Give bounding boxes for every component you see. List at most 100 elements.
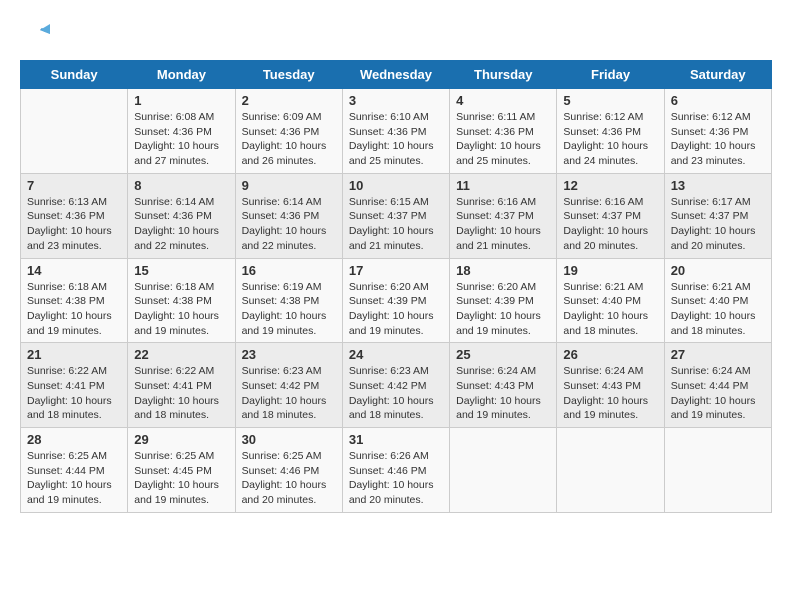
day-header-sunday: Sunday (21, 61, 128, 89)
calendar-cell: 5 Sunrise: 6:12 AMSunset: 4:36 PMDaylight… (557, 89, 664, 174)
page-header (20, 20, 772, 50)
day-header-saturday: Saturday (664, 61, 771, 89)
day-number: 7 (27, 178, 121, 193)
calendar-cell: 13Sunrise: 6:17 AMSunset: 4:37 PMDayligh… (664, 173, 771, 258)
day-number: 15 (134, 263, 228, 278)
calendar-week-row: 1 Sunrise: 6:08 AMSunset: 4:36 PMDaylight… (21, 89, 772, 174)
day-info: Sunrise: 6:21 AMSunset: 4:40 PMDaylight:… (563, 280, 657, 339)
day-info: Sunrise: 6:21 AMSunset: 4:40 PMDaylight:… (671, 280, 765, 339)
day-number: 29 (134, 432, 228, 447)
day-info: Sunrise: 6:20 AMSunset: 4:39 PMDaylight:… (349, 280, 443, 339)
calendar-cell: 29 Sunrise: 6:25 AMSunset: 4:45 PMDayligh… (128, 428, 235, 513)
day-number: 22 (134, 347, 228, 362)
calendar-cell: 31 Sunrise: 6:26 AMSunset: 4:46 PMDayligh… (342, 428, 449, 513)
day-info: Sunrise: 6:13 AMSunset: 4:36 PMDaylight:… (27, 195, 121, 254)
day-number: 13 (671, 178, 765, 193)
day-number: 4 (456, 93, 550, 108)
calendar-cell: 30 Sunrise: 6:25 AMSunset: 4:46 PMDayligh… (235, 428, 342, 513)
day-number: 3 (349, 93, 443, 108)
calendar-table: SundayMondayTuesdayWednesdayThursdayFrid… (20, 60, 772, 513)
day-info: Sunrise: 6:16 AMSunset: 4:37 PMDaylight:… (563, 195, 657, 254)
calendar-cell: 28 Sunrise: 6:25 AMSunset: 4:44 PMDayligh… (21, 428, 128, 513)
day-info: Sunrise: 6:10 AMSunset: 4:36 PMDaylight:… (349, 110, 443, 169)
day-info: Sunrise: 6:23 AMSunset: 4:42 PMDaylight:… (242, 364, 336, 423)
day-info: Sunrise: 6:14 AMSunset: 4:36 PMDaylight:… (242, 195, 336, 254)
day-number: 26 (563, 347, 657, 362)
day-info: Sunrise: 6:22 AMSunset: 4:41 PMDaylight:… (27, 364, 121, 423)
day-number: 12 (563, 178, 657, 193)
day-info: Sunrise: 6:25 AMSunset: 4:46 PMDaylight:… (242, 449, 336, 508)
calendar-cell (557, 428, 664, 513)
day-header-thursday: Thursday (450, 61, 557, 89)
calendar-week-row: 14 Sunrise: 6:18 AMSunset: 4:38 PMDayligh… (21, 258, 772, 343)
calendar-cell: 6 Sunrise: 6:12 AMSunset: 4:36 PMDaylight… (664, 89, 771, 174)
calendar-cell: 26 Sunrise: 6:24 AMSunset: 4:43 PMDayligh… (557, 343, 664, 428)
calendar-week-row: 28 Sunrise: 6:25 AMSunset: 4:44 PMDayligh… (21, 428, 772, 513)
calendar-cell: 2 Sunrise: 6:09 AMSunset: 4:36 PMDaylight… (235, 89, 342, 174)
calendar-cell: 8Sunrise: 6:14 AMSunset: 4:36 PMDaylight… (128, 173, 235, 258)
calendar-cell: 22 Sunrise: 6:22 AMSunset: 4:41 PMDayligh… (128, 343, 235, 428)
day-info: Sunrise: 6:11 AMSunset: 4:36 PMDaylight:… (456, 110, 550, 169)
day-info: Sunrise: 6:24 AMSunset: 4:43 PMDaylight:… (456, 364, 550, 423)
day-number: 8 (134, 178, 228, 193)
day-info: Sunrise: 6:12 AMSunset: 4:36 PMDaylight:… (671, 110, 765, 169)
day-number: 5 (563, 93, 657, 108)
calendar-header-row: SundayMondayTuesdayWednesdayThursdayFrid… (21, 61, 772, 89)
calendar-cell: 21 Sunrise: 6:22 AMSunset: 4:41 PMDayligh… (21, 343, 128, 428)
calendar-cell (664, 428, 771, 513)
day-info: Sunrise: 6:25 AMSunset: 4:44 PMDaylight:… (27, 449, 121, 508)
day-number: 14 (27, 263, 121, 278)
day-number: 27 (671, 347, 765, 362)
day-number: 28 (27, 432, 121, 447)
calendar-cell (21, 89, 128, 174)
calendar-cell: 16Sunrise: 6:19 AMSunset: 4:38 PMDayligh… (235, 258, 342, 343)
day-info: Sunrise: 6:16 AMSunset: 4:37 PMDaylight:… (456, 195, 550, 254)
day-info: Sunrise: 6:25 AMSunset: 4:45 PMDaylight:… (134, 449, 228, 508)
calendar-week-row: 7 Sunrise: 6:13 AMSunset: 4:36 PMDaylight… (21, 173, 772, 258)
day-info: Sunrise: 6:24 AMSunset: 4:44 PMDaylight:… (671, 364, 765, 423)
day-info: Sunrise: 6:15 AMSunset: 4:37 PMDaylight:… (349, 195, 443, 254)
day-number: 6 (671, 93, 765, 108)
calendar-cell: 3 Sunrise: 6:10 AMSunset: 4:36 PMDaylight… (342, 89, 449, 174)
day-number: 10 (349, 178, 443, 193)
day-header-wednesday: Wednesday (342, 61, 449, 89)
day-header-tuesday: Tuesday (235, 61, 342, 89)
day-number: 17 (349, 263, 443, 278)
logo (20, 20, 52, 50)
day-info: Sunrise: 6:18 AMSunset: 4:38 PMDaylight:… (134, 280, 228, 339)
day-number: 2 (242, 93, 336, 108)
day-info: Sunrise: 6:20 AMSunset: 4:39 PMDaylight:… (456, 280, 550, 339)
day-info: Sunrise: 6:18 AMSunset: 4:38 PMDaylight:… (27, 280, 121, 339)
logo-bird-icon (22, 20, 52, 50)
day-number: 11 (456, 178, 550, 193)
day-info: Sunrise: 6:08 AMSunset: 4:36 PMDaylight:… (134, 110, 228, 169)
day-number: 24 (349, 347, 443, 362)
calendar-cell: 7 Sunrise: 6:13 AMSunset: 4:36 PMDaylight… (21, 173, 128, 258)
day-info: Sunrise: 6:12 AMSunset: 4:36 PMDaylight:… (563, 110, 657, 169)
day-number: 31 (349, 432, 443, 447)
calendar-week-row: 21 Sunrise: 6:22 AMSunset: 4:41 PMDayligh… (21, 343, 772, 428)
day-info: Sunrise: 6:26 AMSunset: 4:46 PMDaylight:… (349, 449, 443, 508)
calendar-cell: 24 Sunrise: 6:23 AMSunset: 4:42 PMDayligh… (342, 343, 449, 428)
calendar-cell: 14 Sunrise: 6:18 AMSunset: 4:38 PMDayligh… (21, 258, 128, 343)
day-info: Sunrise: 6:22 AMSunset: 4:41 PMDaylight:… (134, 364, 228, 423)
day-info: Sunrise: 6:23 AMSunset: 4:42 PMDaylight:… (349, 364, 443, 423)
day-header-friday: Friday (557, 61, 664, 89)
day-number: 9 (242, 178, 336, 193)
calendar-cell: 9 Sunrise: 6:14 AMSunset: 4:36 PMDaylight… (235, 173, 342, 258)
calendar-cell: 1 Sunrise: 6:08 AMSunset: 4:36 PMDaylight… (128, 89, 235, 174)
calendar-cell: 17 Sunrise: 6:20 AMSunset: 4:39 PMDayligh… (342, 258, 449, 343)
day-number: 25 (456, 347, 550, 362)
calendar-cell (450, 428, 557, 513)
day-header-monday: Monday (128, 61, 235, 89)
day-number: 30 (242, 432, 336, 447)
calendar-body: 1 Sunrise: 6:08 AMSunset: 4:36 PMDaylight… (21, 89, 772, 513)
calendar-cell: 27 Sunrise: 6:24 AMSunset: 4:44 PMDayligh… (664, 343, 771, 428)
day-number: 1 (134, 93, 228, 108)
calendar-cell: 19Sunrise: 6:21 AMSunset: 4:40 PMDayligh… (557, 258, 664, 343)
day-number: 21 (27, 347, 121, 362)
day-info: Sunrise: 6:24 AMSunset: 4:43 PMDaylight:… (563, 364, 657, 423)
day-info: Sunrise: 6:09 AMSunset: 4:36 PMDaylight:… (242, 110, 336, 169)
calendar-cell: 23Sunrise: 6:23 AMSunset: 4:42 PMDayligh… (235, 343, 342, 428)
calendar-cell: 4 Sunrise: 6:11 AMSunset: 4:36 PMDaylight… (450, 89, 557, 174)
